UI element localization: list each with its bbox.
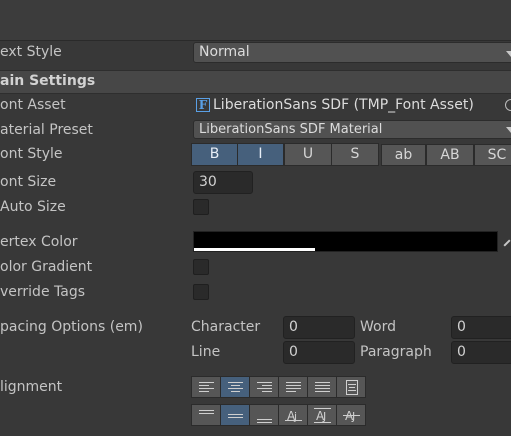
- paragraph-spacing-input[interactable]: 0: [451, 341, 511, 364]
- font-style-buttons: B I U S ab AB SC: [190, 143, 511, 167]
- align-center-icon[interactable]: [220, 376, 250, 398]
- main-settings-header[interactable]: ain Settings: [0, 70, 511, 94]
- vertex-color-alpha-bar: [194, 248, 316, 251]
- spacing-options-label: pacing Options (em): [0, 319, 143, 335]
- align-left-icon[interactable]: [191, 376, 221, 398]
- uppercase-button[interactable]: AB: [426, 144, 474, 166]
- text-style-label: ext Style: [0, 44, 62, 60]
- smallcaps-button[interactable]: SC: [474, 144, 511, 166]
- align-justified-icon[interactable]: [278, 376, 308, 398]
- override-tags-checkbox[interactable]: [193, 284, 209, 300]
- align-middle-icon[interactable]: [220, 404, 250, 426]
- character-spacing-input[interactable]: 0: [283, 316, 355, 339]
- line-spacing-input[interactable]: 0: [283, 341, 355, 364]
- character-spacing-label: Character: [191, 319, 261, 335]
- align-bottom-icon[interactable]: [249, 404, 279, 426]
- eyedropper-icon[interactable]: [501, 233, 511, 249]
- align-midline-icon[interactable]: AJ: [307, 404, 337, 426]
- auto-size-checkbox[interactable]: [193, 199, 209, 215]
- font-size-label: ont Size: [0, 174, 57, 190]
- font-asset-icon: F: [196, 98, 210, 112]
- inspector-header-bar: [0, 0, 511, 41]
- horizontal-alignment-group: [191, 376, 369, 398]
- bold-button[interactable]: B: [191, 143, 238, 166]
- align-flush-icon[interactable]: [307, 376, 337, 398]
- material-preset-dropdown[interactable]: LiberationSans SDF Material: [193, 120, 511, 139]
- strikethrough-button[interactable]: S: [331, 143, 379, 166]
- lowercase-button[interactable]: ab: [381, 144, 426, 166]
- line-spacing-label: Line: [191, 344, 221, 360]
- align-capline-icon[interactable]: AJ: [336, 404, 366, 426]
- override-tags-label: verride Tags: [0, 284, 85, 300]
- font-size-input[interactable]: 30: [193, 171, 253, 194]
- font-style-label: ont Style: [0, 146, 63, 162]
- object-picker-icon[interactable]: [505, 99, 511, 111]
- alignment-label: lignment: [0, 379, 63, 395]
- main-settings-title: ain Settings: [0, 73, 96, 89]
- word-spacing-label: Word: [360, 319, 396, 335]
- italic-button[interactable]: I: [237, 143, 284, 166]
- chevron-down-icon: [506, 51, 511, 57]
- vertical-alignment-group: Aj AJ AJ: [191, 404, 369, 426]
- paragraph-spacing-label: Paragraph: [360, 344, 432, 360]
- align-baseline-icon[interactable]: Aj: [278, 404, 308, 426]
- material-preset-label: aterial Preset: [0, 122, 93, 138]
- chevron-down-icon: [506, 127, 511, 133]
- align-geometry-center-icon[interactable]: [336, 376, 366, 398]
- vertex-color-label: ertex Color: [0, 234, 78, 250]
- word-spacing-input[interactable]: 0: [451, 316, 511, 339]
- color-gradient-checkbox[interactable]: [193, 259, 209, 275]
- material-preset-value: LiberationSans SDF Material: [199, 122, 383, 137]
- align-top-icon[interactable]: [191, 404, 221, 426]
- text-style-value: Normal: [199, 44, 250, 60]
- vertex-color-field[interactable]: [193, 231, 498, 252]
- font-asset-label: ont Asset: [0, 97, 66, 113]
- align-right-icon[interactable]: [249, 376, 279, 398]
- font-asset-field[interactable]: F LiberationSans SDF (TMP_Font Asset): [193, 95, 511, 117]
- color-gradient-label: olor Gradient: [0, 259, 93, 275]
- underline-button[interactable]: U: [284, 143, 332, 166]
- auto-size-label: Auto Size: [0, 199, 66, 215]
- font-asset-value: LiberationSans SDF (TMP_Font Asset): [213, 97, 474, 113]
- text-style-dropdown[interactable]: Normal: [193, 42, 511, 63]
